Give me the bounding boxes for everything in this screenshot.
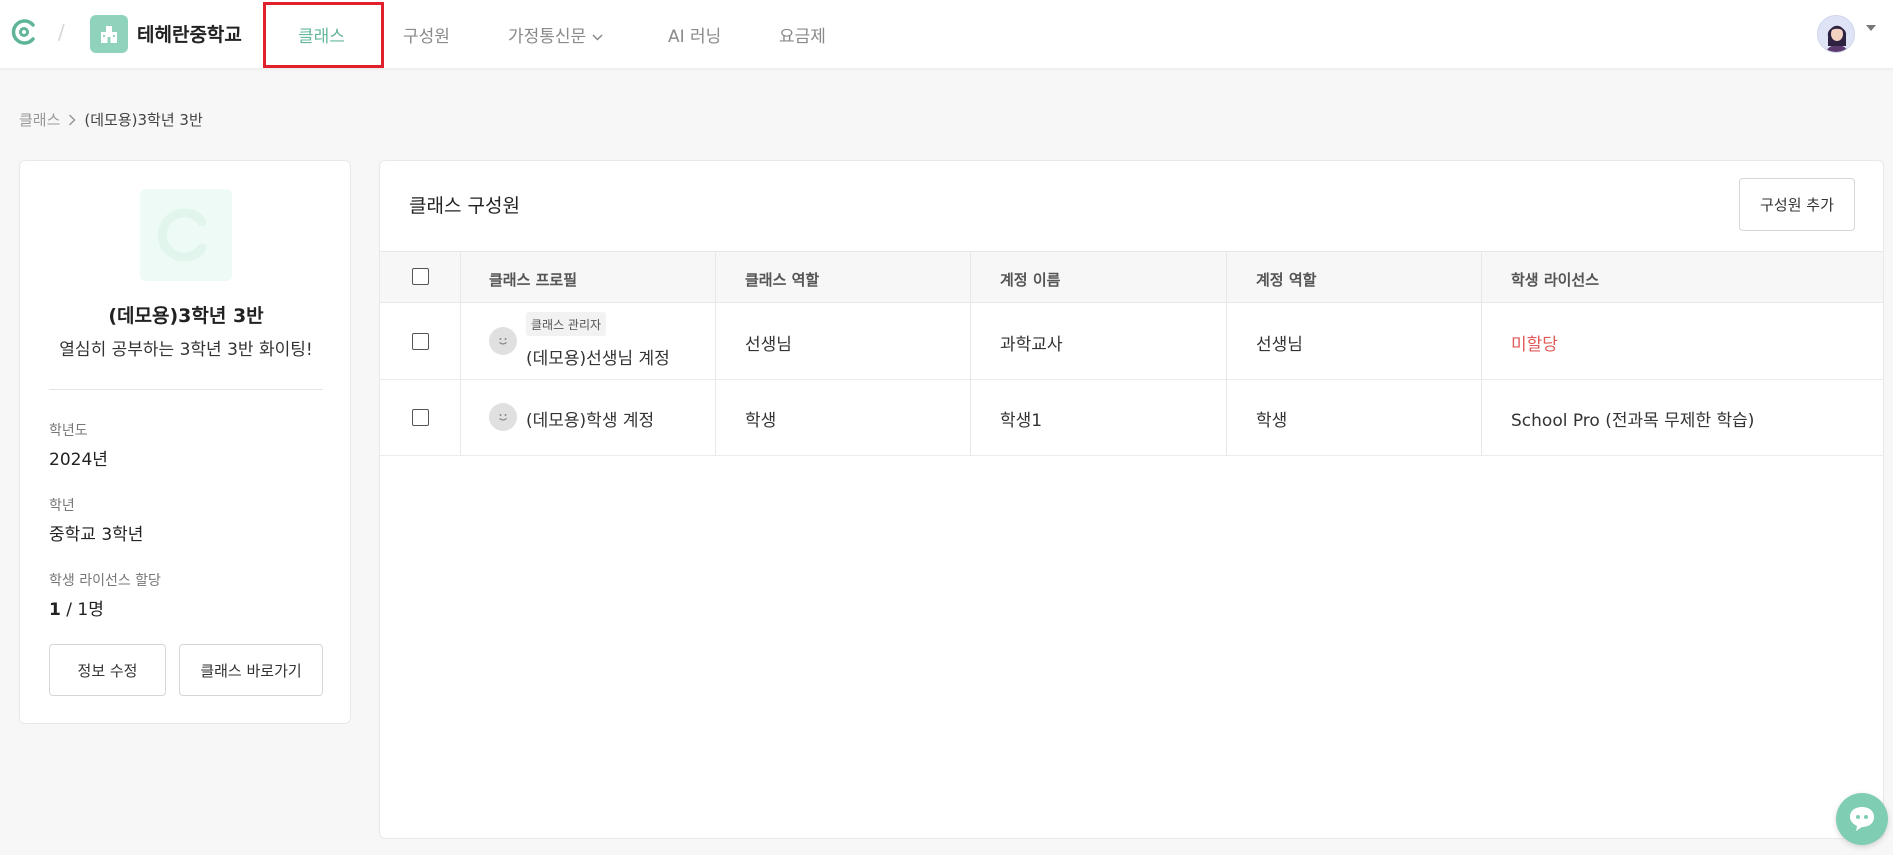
license-status[interactable]: School Pro (전과목 무제한 학습) [1511, 406, 1754, 431]
select-all-checkbox[interactable] [412, 268, 429, 285]
license-allocation-label: 학생 라이선스 할당 [49, 573, 161, 589]
profile-name[interactable]: (데모용)선생님 계정 [526, 344, 670, 369]
top-navigation-bar: / 테헤란중학교 클래스 구성원 가정통신문 AI 러닝 요금제 [0, 0, 1893, 69]
brand-c-logo-icon[interactable] [9, 17, 39, 47]
column-header-class-profile: 클래스 프로필 [489, 271, 578, 289]
school-name[interactable]: 테헤란중학교 [137, 20, 242, 47]
nav-tab-members[interactable]: 구성원 [403, 22, 450, 47]
divider [49, 389, 323, 390]
column-header-class-role: 클래스 역할 [745, 271, 820, 289]
members-title: 클래스 구성원 [409, 195, 520, 217]
go-to-class-button[interactable]: 클래스 바로가기 [179, 644, 323, 696]
chat-bubble-icon[interactable] [1836, 793, 1888, 845]
account-name: 학생1 [1000, 411, 1043, 431]
class-role: 학생 [745, 411, 777, 431]
active-tab-highlight-box [263, 2, 384, 68]
account-name: 과학교사 [1000, 335, 1063, 355]
account-role: 학생 [1256, 411, 1288, 431]
license-status[interactable]: 미할당 [1511, 330, 1558, 355]
user-avatar-icon[interactable] [1817, 15, 1855, 53]
class-logo-icon [140, 189, 232, 281]
class-admin-badge: 클래스 관리자 [526, 312, 607, 336]
school-year-label: 학년도 [49, 423, 88, 439]
breadcrumb: 클래스 (데모용)3학년 3반 [19, 109, 203, 130]
column-header-account-name: 계정 이름 [1000, 271, 1061, 289]
chevron-down-icon [592, 33, 603, 41]
column-header-student-license: 학생 라이선스 [1511, 271, 1600, 289]
license-used-count: 1 [49, 600, 61, 620]
edit-info-button[interactable]: 정보 수정 [49, 644, 166, 696]
grade-label: 학년 [49, 498, 75, 514]
license-total-count: / 1명 [60, 600, 104, 620]
class-role: 선생님 [745, 335, 792, 355]
school-year-value: 2024년 [49, 450, 108, 470]
class-title: (데모용)3학년 3반 [108, 305, 264, 327]
add-member-button[interactable]: 구성원 추가 [1739, 178, 1855, 231]
row-checkbox[interactable] [412, 333, 429, 350]
breadcrumb-current: (데모용)3학년 3반 [84, 111, 203, 129]
nav-tab-ai-learning[interactable]: AI 러닝 [668, 22, 721, 47]
class-description: 열심히 공부하는 3학년 3반 화이팅! [59, 340, 313, 360]
table-header: 클래스 프로필 클래스 역할 계정 이름 계정 역할 학생 라이선스 [380, 251, 1883, 303]
nav-tab-pricing[interactable]: 요금제 [779, 22, 826, 47]
account-role: 선생님 [1256, 335, 1303, 355]
license-allocation-value: 1 / 1명 [49, 595, 104, 620]
smiley-avatar-icon [489, 327, 517, 355]
class-info-card: (데모용)3학년 3반 열심히 공부하는 3학년 3반 화이팅! 학년도 202… [19, 160, 351, 724]
chevron-right-icon [68, 113, 76, 126]
breadcrumb-root-link[interactable]: 클래스 [19, 109, 60, 130]
table-row[interactable]: 클래스 관리자 (데모용)선생님 계정 선생님 과학교사 선생님 미할당 [380, 304, 1883, 380]
table-row[interactable]: (데모용)학생 계정 학생 학생1 학생 School Pro (전과목 무제한… [380, 380, 1883, 456]
class-members-card: 클래스 구성원 구성원 추가 클래스 프로필 클래스 역할 계정 이름 계정 역… [379, 160, 1884, 839]
school-building-icon [90, 15, 128, 53]
avatar-dropdown-caret-icon[interactable] [1866, 25, 1876, 32]
smiley-avatar-icon [489, 403, 517, 431]
column-header-account-role: 계정 역할 [1256, 271, 1317, 289]
row-checkbox[interactable] [412, 409, 429, 426]
profile-name[interactable]: (데모용)학생 계정 [526, 406, 654, 431]
nav-tab-newsletter-label: 가정통신문 [508, 27, 587, 47]
breadcrumb-slash: / [58, 20, 65, 44]
grade-value: 중학교 3학년 [49, 525, 144, 545]
nav-tab-newsletter[interactable]: 가정통신문 [508, 22, 603, 47]
